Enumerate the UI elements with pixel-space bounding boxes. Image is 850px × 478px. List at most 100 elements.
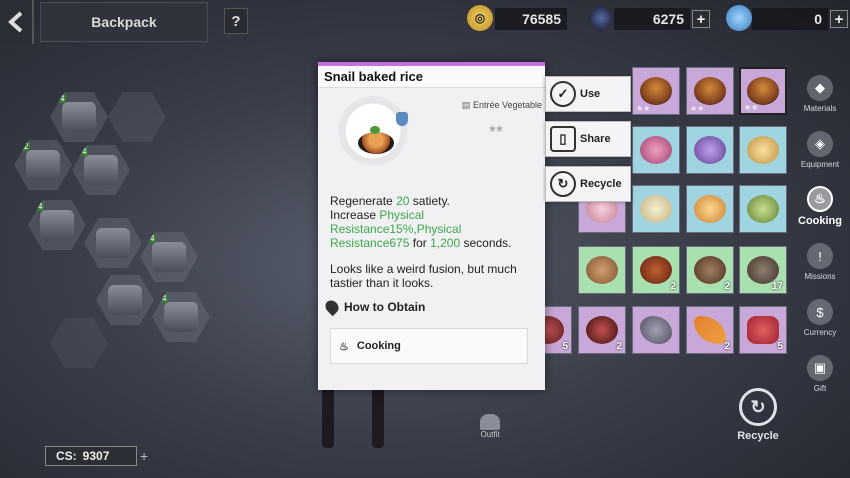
pot-icon: ▤ — [461, 100, 471, 110]
item-count: 17 — [771, 281, 783, 292]
flavor-line: tastier than it looks. — [330, 276, 434, 290]
share-icon: ▯ — [550, 126, 576, 152]
list-item[interactable] — [739, 185, 787, 233]
equipment-icon: ◈ — [807, 131, 833, 157]
gear-slot-arm[interactable]: 2 — [14, 140, 72, 190]
list-item[interactable] — [632, 306, 680, 354]
drink-icon — [640, 136, 672, 164]
list-item[interactable] — [632, 185, 680, 233]
item-category: ▤ Entrée Vegetable — [456, 100, 542, 111]
gear-slot-empty[interactable] — [108, 92, 166, 142]
food-icon — [640, 256, 672, 284]
list-item[interactable] — [632, 126, 680, 174]
side-menu-missions[interactable]: ! Missions — [792, 234, 848, 290]
plus-icon: + — [140, 448, 149, 464]
food-icon — [694, 77, 726, 105]
gold-amount: 76585 — [495, 8, 567, 30]
diamond-icon — [726, 5, 752, 31]
use-button[interactable]: ✓ Use — [545, 76, 631, 112]
share-label: Share — [580, 133, 611, 145]
list-item[interactable] — [686, 126, 734, 174]
gear-slot-belt[interactable] — [84, 218, 142, 268]
list-item[interactable]: 2 — [686, 306, 734, 354]
side-menu-cooking[interactable]: ♨ Cooking — [792, 178, 848, 234]
gold-coin-icon: ◎ — [467, 5, 493, 31]
desc-text: seconds. — [463, 236, 512, 250]
chest-armor-icon — [84, 155, 118, 185]
item-count: 5 — [562, 341, 568, 352]
materials-icon: ◆ — [807, 75, 833, 101]
item-flavor-text: Looks like a weird fusion, but much tast… — [330, 262, 535, 290]
gear-slot-boots[interactable]: 4 — [152, 292, 210, 342]
drink-icon — [640, 195, 672, 223]
category-label: Entrée Vegetable — [472, 100, 542, 110]
item-count: 2 — [724, 281, 730, 292]
list-item[interactable]: ★★ — [632, 67, 680, 115]
share-button[interactable]: ▯ Share — [545, 121, 631, 157]
use-label: Use — [580, 88, 601, 100]
recycle-action-label: Recycle — [580, 178, 622, 190]
side-menu-materials[interactable]: ◆ Materials — [792, 66, 848, 122]
side-menu-gift[interactable]: ▣ Gift — [792, 346, 848, 402]
list-item[interactable]: 2 — [632, 246, 680, 294]
list-item[interactable]: ★★ — [686, 67, 734, 115]
gear-slot-pants[interactable] — [96, 275, 154, 325]
fish-icon — [747, 256, 779, 284]
gear-slot-leg[interactable]: 4 — [140, 232, 198, 282]
list-item[interactable] — [739, 126, 787, 174]
cs-value: 9307 — [82, 449, 110, 463]
list-item[interactable] — [578, 246, 626, 294]
item-detail-popup: Snail baked rice ▤ Entrée Vegetable ★★ R… — [318, 62, 545, 390]
item-count: 2 — [670, 281, 676, 292]
obtain-source-cooking[interactable]: ♨ Cooking — [330, 328, 528, 364]
cooking-pot-icon: ♨ — [339, 340, 349, 353]
back-arrow-icon — [8, 11, 23, 33]
outfit-button[interactable]: Outfit — [470, 414, 510, 444]
list-item-selected[interactable]: ★★ — [739, 67, 787, 115]
gear-slot-empty-2[interactable] — [50, 318, 108, 368]
item-count: 2 — [724, 341, 730, 352]
glove-icon — [40, 210, 74, 240]
obtain-source-label: Cooking — [356, 340, 401, 352]
crystal-amount: 6275 — [614, 8, 690, 30]
missions-icon: ! — [807, 243, 833, 269]
food-icon — [747, 195, 779, 223]
side-menu-currency[interactable]: $ Currency — [792, 290, 848, 346]
drink-icon — [694, 136, 726, 164]
gear-slot-glove[interactable]: 4 — [28, 200, 86, 250]
list-item[interactable]: 2 — [686, 246, 734, 294]
list-item[interactable]: 17 — [739, 246, 787, 294]
item-count: 5 — [777, 341, 783, 352]
gear-slot-chest[interactable]: 4 — [72, 145, 130, 195]
recycle-icon: ↻ — [739, 388, 777, 426]
food-icon — [586, 256, 618, 284]
cooking-icon: ♨ — [807, 185, 833, 212]
desc-text: satiety. — [412, 194, 450, 208]
side-menu-equipment[interactable]: ◈ Equipment — [792, 122, 848, 178]
desc-text: Regenerate — [330, 194, 393, 208]
gear-slot-head[interactable]: 4 — [50, 92, 108, 142]
cs-label: CS: — [56, 449, 77, 463]
food-icon — [747, 77, 779, 105]
character-leg-right — [372, 388, 384, 448]
satiety-value: 20 — [396, 194, 410, 208]
desc-text: Increase — [330, 208, 377, 222]
check-icon: ✓ — [550, 81, 576, 107]
list-item[interactable]: 2 — [578, 306, 626, 354]
gift-icon: ▣ — [807, 355, 833, 381]
meat-icon — [586, 316, 618, 344]
meat-icon — [747, 316, 779, 344]
list-item[interactable]: 5 — [739, 306, 787, 354]
shield-icon — [396, 112, 408, 126]
recycle-action-button[interactable]: ↻ Recycle — [545, 166, 631, 202]
side-menu: ◆ Materials ◈ Equipment ♨ Cooking ! Missions… — [792, 66, 850, 402]
add-diamond-button[interactable]: + — [830, 10, 848, 28]
recycle-button[interactable]: ↻ Recycle — [728, 384, 788, 446]
add-crystal-button[interactable]: + — [692, 10, 710, 28]
helmet-icon — [62, 102, 96, 132]
help-button[interactable]: ? — [224, 8, 248, 34]
list-item[interactable] — [686, 185, 734, 233]
food-icon — [640, 77, 672, 105]
how-to-obtain-header: How to Obtain — [322, 297, 425, 317]
back-button[interactable] — [0, 0, 34, 44]
